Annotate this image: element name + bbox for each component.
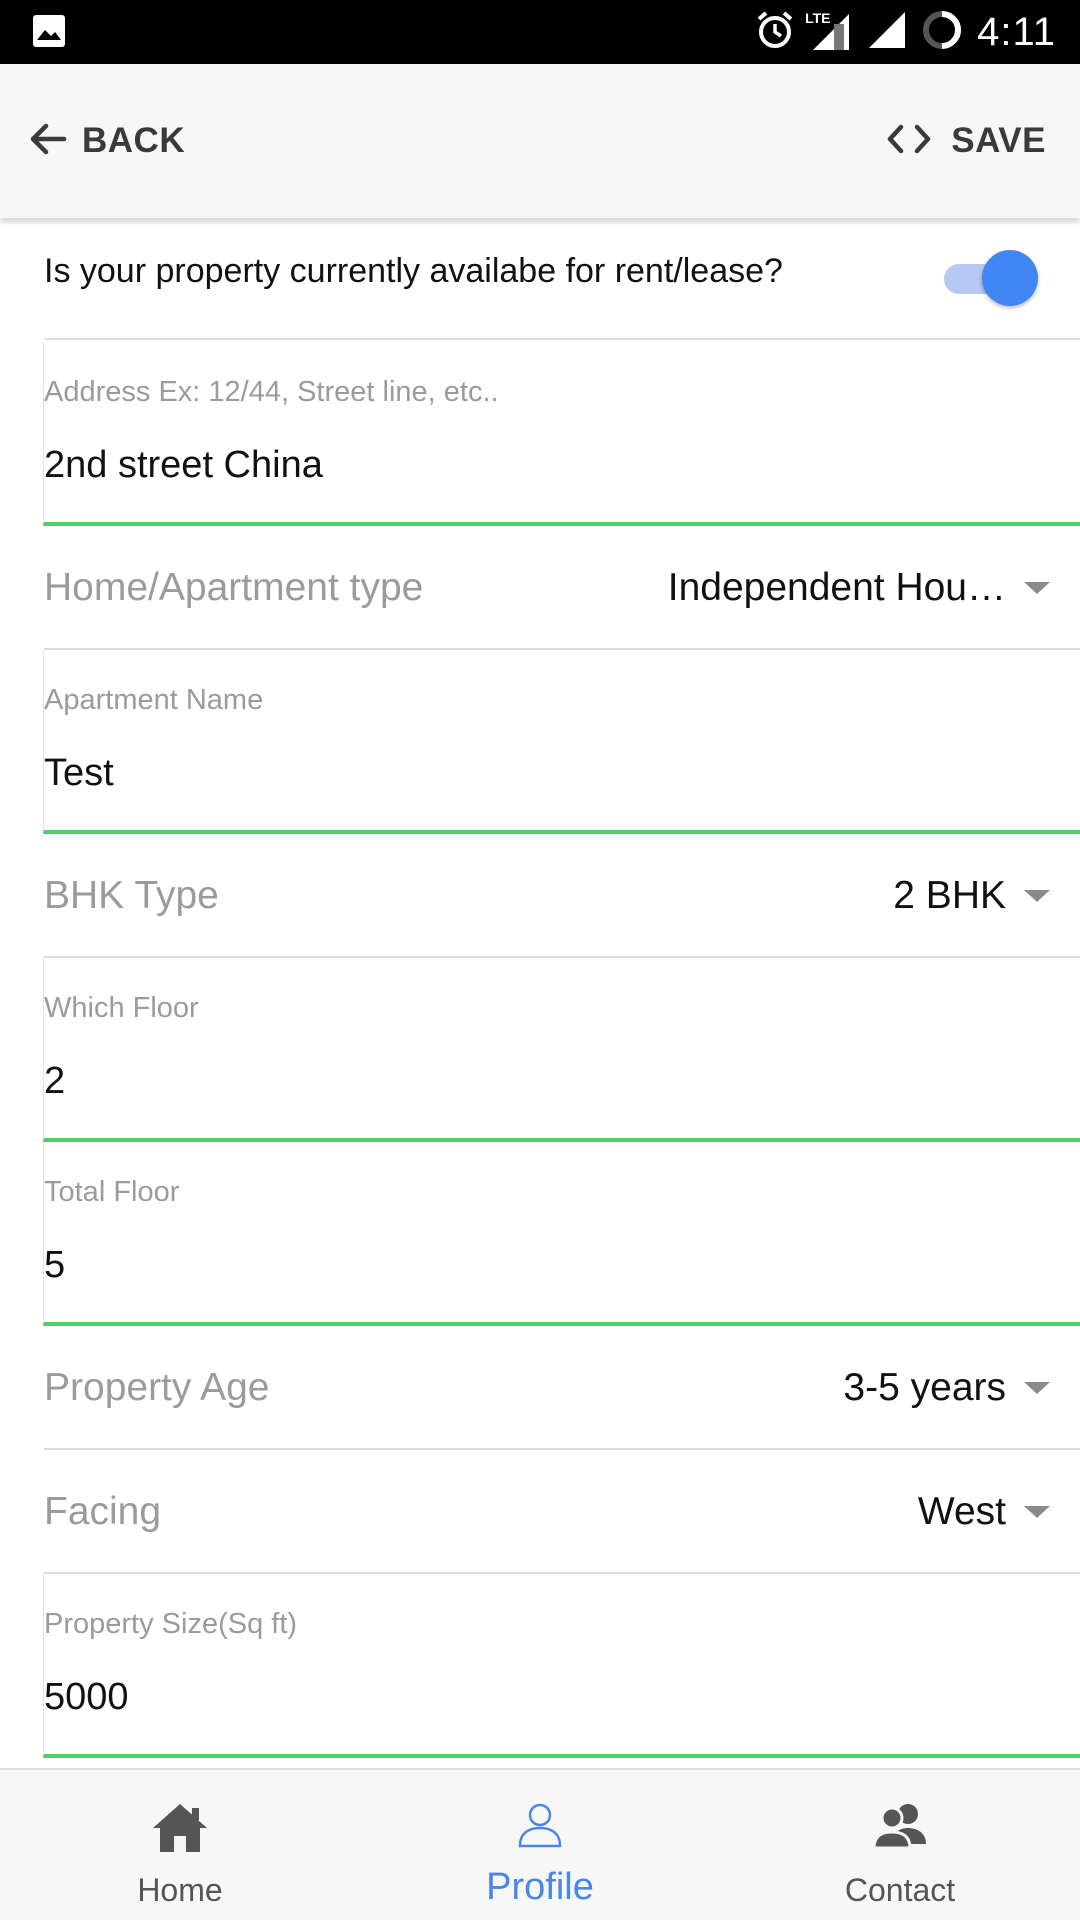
availability-toggle[interactable] — [940, 250, 1046, 306]
facing-value: West — [917, 1490, 1006, 1533]
caret-down-icon — [1024, 1382, 1050, 1394]
which-floor-input[interactable] — [44, 1060, 1044, 1103]
save-label: SAVE — [951, 121, 1046, 160]
caret-down-icon — [1024, 582, 1050, 594]
bottom-nav: Home Profile Contact — [0, 1768, 1080, 1920]
save-button[interactable]: SAVE — [885, 116, 1046, 166]
availability-row: Is your property currently availabe for … — [44, 218, 1080, 340]
total-floor-label: Total Floor — [44, 1176, 180, 1208]
apartment-name-label: Apartment Name — [44, 684, 264, 716]
facing-label: Facing — [44, 1490, 162, 1533]
nav-home[interactable]: Home — [0, 1770, 360, 1920]
home-type-select[interactable]: Independent Hou… — [668, 566, 1050, 610]
address-input[interactable] — [44, 444, 1044, 487]
which-floor-block: Which Floor — [43, 958, 1080, 1142]
property-size-block: Property Size(Sq ft) — [43, 1574, 1080, 1758]
back-button[interactable]: BACK — [28, 116, 185, 166]
property-age-row: Property Age 3-5 years — [44, 1326, 1080, 1450]
facing-select[interactable]: West — [918, 1490, 1050, 1534]
property-age-value: 3-5 years — [843, 1366, 1006, 1409]
lte-label: LTE — [805, 10, 831, 26]
caret-down-icon — [1024, 890, 1050, 902]
home-type-row: Home/Apartment type Independent Hou… — [44, 526, 1080, 650]
total-floor-block: Total Floor — [43, 1142, 1080, 1326]
property-form: Is your property currently availabe for … — [0, 218, 1080, 1768]
bhk-type-label: BHK Type — [44, 874, 219, 917]
property-age-select[interactable]: 3-5 years — [843, 1366, 1050, 1410]
home-type-label: Home/Apartment type — [44, 566, 424, 609]
address-field-block: Address Ex: 12/44, Street line, etc.. — [43, 342, 1080, 526]
caret-down-icon — [1024, 1506, 1050, 1518]
nav-profile-label: Profile — [486, 1866, 594, 1908]
home-type-value: Independent Hou… — [667, 566, 1006, 609]
nav-profile[interactable]: Profile — [360, 1770, 720, 1920]
nav-contact[interactable]: Contact — [720, 1770, 1080, 1920]
user-icon — [517, 1800, 563, 1855]
signal-icon — [867, 10, 907, 55]
back-label: BACK — [82, 121, 186, 160]
code-icon — [885, 121, 933, 162]
alarm-icon — [755, 10, 795, 55]
arrow-left-icon — [28, 119, 68, 164]
property-size-label: Property Size(Sq ft) — [44, 1608, 298, 1640]
toggle-knob — [982, 250, 1038, 306]
contacts-icon — [870, 1800, 930, 1857]
total-floor-input[interactable] — [44, 1244, 1044, 1287]
bhk-type-select[interactable]: 2 BHK — [893, 874, 1050, 918]
facing-row: Facing West — [44, 1450, 1080, 1574]
app-header: BACK SAVE — [0, 64, 1080, 218]
battery-icon — [921, 9, 963, 56]
image-icon — [32, 14, 66, 53]
bhk-type-value: 2 BHK — [893, 874, 1006, 917]
address-label: Address Ex: 12/44, Street line, etc.. — [44, 376, 499, 408]
property-age-label: Property Age — [44, 1366, 270, 1409]
apartment-name-input[interactable] — [44, 752, 1044, 795]
nav-home-label: Home — [137, 1872, 223, 1908]
status-bar: LTE 4:11 — [0, 0, 1080, 64]
status-time: 4:11 — [977, 9, 1056, 54]
which-floor-label: Which Floor — [44, 992, 199, 1024]
nav-contact-label: Contact — [844, 1872, 956, 1908]
apartment-name-block: Apartment Name — [43, 650, 1080, 834]
bhk-type-row: BHK Type 2 BHK — [44, 834, 1080, 958]
property-size-input[interactable] — [44, 1676, 1044, 1719]
lte-signal-icon: LTE — [805, 10, 853, 52]
availability-question: Is your property currently availabe for … — [44, 252, 783, 290]
home-icon — [151, 1800, 209, 1861]
